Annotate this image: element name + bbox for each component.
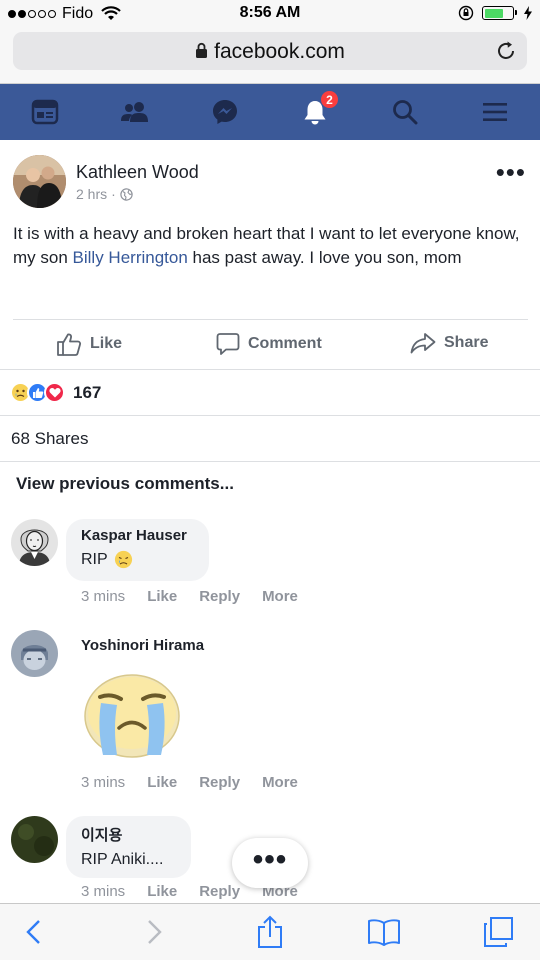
like-button[interactable]: Like xyxy=(56,332,122,356)
comment-bubble: 이지용 RIP Aniki.... xyxy=(66,816,191,878)
comment-text: RIP xyxy=(81,550,194,569)
comment-reply-button[interactable]: Reply xyxy=(199,774,240,791)
friends-icon[interactable] xyxy=(119,96,151,128)
author-avatar[interactable] xyxy=(13,155,66,208)
crying-sticker-icon[interactable] xyxy=(83,673,181,764)
comment-bubble: Kaspar Hauser RIP xyxy=(66,519,209,581)
commenter-name[interactable]: 이지용 xyxy=(81,824,176,845)
mention-link[interactable]: Billy Herrington xyxy=(73,248,188,267)
commenter-avatar[interactable] xyxy=(11,816,58,863)
reaction-count: 167 xyxy=(73,382,102,402)
like-label: Like xyxy=(90,335,123,352)
post-time[interactable]: 2 hrs xyxy=(76,186,107,202)
comment-reply-button[interactable]: Reply xyxy=(199,588,240,605)
floating-more-button[interactable]: ••• xyxy=(232,838,308,888)
share-sheet-icon[interactable] xyxy=(252,914,288,950)
news-feed-icon[interactable] xyxy=(29,96,61,128)
sad-emoji-icon xyxy=(114,550,132,569)
share-arrow-icon xyxy=(410,333,436,354)
comment-reply-button[interactable]: Reply xyxy=(199,883,240,900)
post-meta: 2 hrs · xyxy=(76,186,133,202)
comment-icon xyxy=(216,333,240,355)
search-icon[interactable] xyxy=(389,96,421,128)
comment-body: RIP Aniki.... xyxy=(81,851,164,868)
comment-time[interactable]: 3 mins xyxy=(81,588,125,605)
url-text: facebook.com xyxy=(214,40,345,63)
post-text: It is with a heavy and broken heart that… xyxy=(13,222,528,270)
comment-label: Comment xyxy=(248,335,322,352)
comment-meta: 3 mins Like Reply More xyxy=(81,774,298,791)
browser-address-bar: facebook.com xyxy=(0,28,540,84)
shares-count[interactable]: 68 Shares xyxy=(11,429,89,449)
forward-icon[interactable] xyxy=(136,914,172,950)
comment-time[interactable]: 3 mins xyxy=(81,883,125,900)
divider xyxy=(0,461,540,462)
lock-icon xyxy=(196,42,208,58)
love-reaction-icon xyxy=(44,382,65,403)
view-previous-comments-link[interactable]: View previous comments... xyxy=(16,474,234,494)
comment-text: RIP Aniki.... xyxy=(81,851,176,869)
post-header: Kathleen Wood 2 hrs · ••• xyxy=(0,140,540,220)
thumbs-up-icon xyxy=(57,333,82,356)
commenter-name[interactable]: Yoshinori Hirama xyxy=(81,637,204,654)
post-action-bar: Like Comment Share xyxy=(0,322,540,368)
notification-badge: 2 xyxy=(320,90,339,109)
meta-separator: · xyxy=(111,186,116,202)
facebook-nav-bar: 2 xyxy=(0,84,540,140)
post-author-name[interactable]: Kathleen Wood xyxy=(76,162,199,183)
globe-icon xyxy=(120,187,133,201)
orientation-lock-icon xyxy=(458,5,474,21)
commenter-avatar[interactable] xyxy=(11,630,58,677)
menu-icon[interactable] xyxy=(479,96,511,128)
divider xyxy=(13,319,528,320)
divider xyxy=(0,369,540,370)
status-right xyxy=(458,5,532,21)
comment-time[interactable]: 3 mins xyxy=(81,774,125,791)
share-label: Share xyxy=(444,334,489,351)
reload-icon[interactable] xyxy=(495,40,517,62)
browser-toolbar xyxy=(0,903,540,960)
messenger-icon[interactable] xyxy=(209,96,241,128)
share-button[interactable]: Share xyxy=(410,332,488,354)
status-bar: Fido 8:56 AM xyxy=(0,0,540,28)
bookmarks-icon[interactable] xyxy=(366,914,402,950)
comment-like-button[interactable]: Like xyxy=(147,883,177,900)
comment-meta: 3 mins Like Reply More xyxy=(81,588,298,605)
comment-more-button[interactable]: More xyxy=(262,774,298,791)
tabs-icon[interactable] xyxy=(480,914,516,950)
divider xyxy=(0,415,540,416)
post-text-after: has past away. I love you son, mom xyxy=(187,248,462,267)
reaction-summary[interactable]: 167 xyxy=(10,382,101,403)
comment-more-button[interactable]: More xyxy=(262,588,298,605)
comment-button[interactable]: Comment xyxy=(216,332,322,356)
battery-icon xyxy=(482,6,517,20)
back-icon[interactable] xyxy=(16,914,52,950)
post-options-button[interactable]: ••• xyxy=(496,159,526,185)
commenter-avatar[interactable] xyxy=(11,519,58,566)
comment-like-button[interactable]: Like xyxy=(147,588,177,605)
charging-icon xyxy=(524,6,532,20)
comment-body: RIP xyxy=(81,550,108,568)
comment-like-button[interactable]: Like xyxy=(147,774,177,791)
commenter-name[interactable]: Kaspar Hauser xyxy=(81,527,194,544)
url-field[interactable]: facebook.com xyxy=(13,32,527,70)
